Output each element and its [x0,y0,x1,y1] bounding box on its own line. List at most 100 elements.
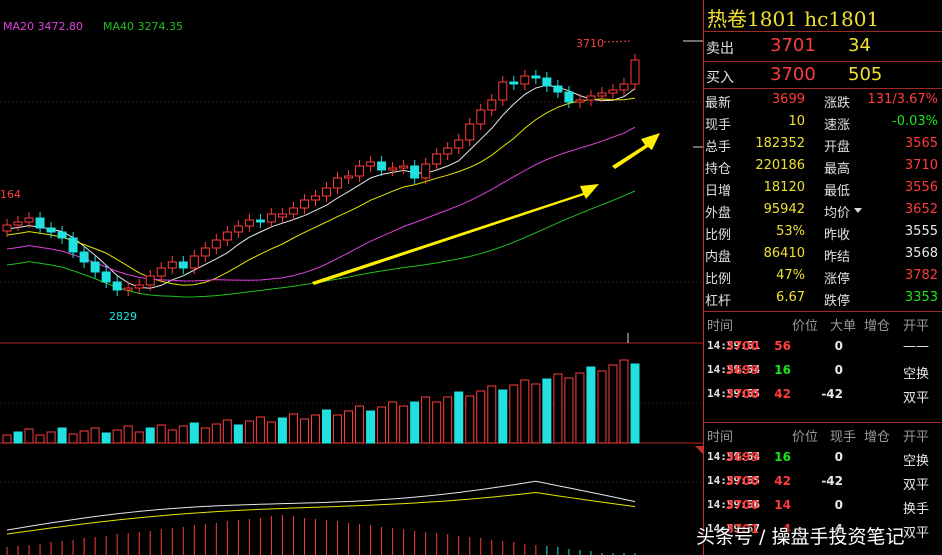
stat-value: 6.67 [776,290,805,305]
candle-body [200,247,210,257]
kline-chart[interactable]: MA20 3472.80 MA40 3274.35 3710 164 2829 [0,0,703,555]
volume-bar [432,401,442,444]
stat-label: 比例 [705,228,732,243]
volume-bar [377,406,387,444]
candle-body [355,165,365,177]
volume-bar [35,434,45,444]
volume-bar [178,425,188,444]
volume-bar [476,390,486,444]
instrument-title: 热卷1801 hc1801 [707,7,880,31]
volume-bar [388,401,398,444]
candle-body [388,167,398,171]
indicator-line [6,480,636,531]
candle-body [189,255,199,269]
ask-price: 3701 [770,35,816,56]
candle-body [101,271,111,283]
ask-volume: 34 [848,35,871,56]
volume-bar [344,410,354,444]
average-price-dropdown-icon[interactable] [854,208,862,213]
volume-bar [443,396,453,444]
tick-column-header: 开平 [903,319,930,334]
tick-type: 空换 [903,454,930,469]
ma20-label: MA20 3472.80 [3,20,83,33]
tick-type: 换手 [903,502,930,517]
tick-inc: -42 [821,387,843,401]
watermark: 头条号 / 操盘手投资笔记 [696,526,905,548]
candle-body [575,99,585,103]
candle-body [79,251,89,263]
candle-body [288,207,298,215]
tick-vol: 14 [774,498,791,512]
tick-vol: 56 [774,339,791,353]
volume-bar [167,429,177,444]
tick-price: 3699 [725,450,759,464]
stat-label: 总手 [705,140,732,155]
high-marker-line [603,40,633,43]
candle-body [13,221,23,226]
tick-inc: 0 [834,339,843,353]
tick-column-header: 价位 [792,319,819,334]
tick-column-header: 增仓 [864,430,891,445]
tick-vol: 42 [774,387,791,401]
tick-inc: 0 [834,498,843,512]
candle-body [277,213,287,218]
ma-line [6,84,636,289]
volume-bar [57,427,67,444]
candlesticks [2,54,640,296]
stat-label: 涨停 [824,272,851,287]
candle-body [476,109,486,125]
candle-body [630,59,640,85]
tick-type: 空换 [903,367,930,382]
volume-bar [299,418,309,444]
stat-label: 跌停 [824,294,851,309]
tick-row: 14:59:54 3699 16 0 空换 [704,361,942,382]
volume-bar [134,431,144,444]
stat-label: 最新 [705,96,732,111]
volume-bar [145,427,155,444]
stat-label: 速涨 [824,118,851,133]
stat-label: 外盘 [705,206,732,221]
volume-bar [575,372,585,444]
stat-value: -0.03% [892,114,938,129]
candle-body [57,231,67,239]
candle-body [68,237,78,253]
stat-value: 3699 [771,92,805,107]
volume-bar [189,422,199,444]
tick-row: 14:59:56 3700 14 0 换手 [704,496,942,517]
candle-body [299,199,309,209]
candle-body [211,239,221,249]
volume-bar [597,370,607,444]
tick-row: 14:59:51 3700 56 0 —— [704,337,942,357]
tick-inc: 0 [834,363,843,377]
candle-body [531,75,541,79]
tick-column-header: 增仓 [864,319,891,334]
volume-bar [619,359,629,444]
candle-body [233,225,243,233]
low-price-marker: 2829 [109,310,137,323]
stat-value: 3782 [904,268,938,283]
trend-arrow-small [612,133,660,169]
volume-bar [112,429,122,444]
tick-vol: 42 [774,474,791,488]
volume-bar [233,424,243,444]
candle-body [112,281,122,291]
trend-arrow [312,184,599,285]
volume-bar [13,431,23,444]
candle-body [553,85,563,93]
candle-body [145,275,155,286]
tick-type: 双平 [903,526,930,541]
indicator-bars [6,515,636,555]
candle-body [167,261,177,269]
candle-body [377,161,387,171]
volume-bar [454,391,464,444]
volume-bar [366,410,376,444]
candle-body [310,195,320,201]
volume-bar [509,384,519,444]
volume-bar [277,417,287,444]
volume-bar [46,431,56,444]
candle-body [156,267,166,277]
stat-value: 3565 [904,136,938,151]
volume-bar [487,385,497,444]
stat-value: 18120 [763,180,805,195]
candle-body [222,231,232,241]
